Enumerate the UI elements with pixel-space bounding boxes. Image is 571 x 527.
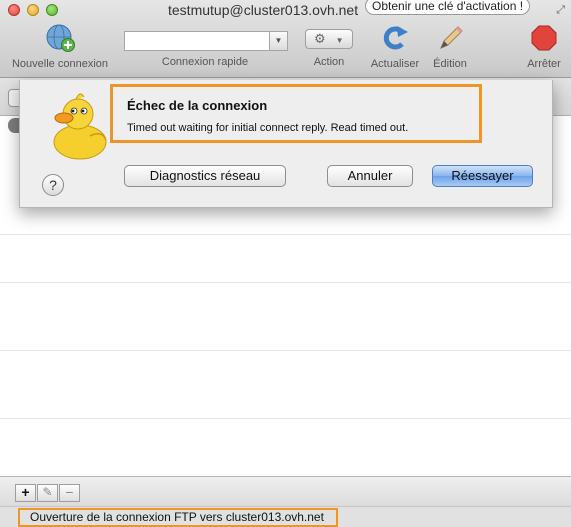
stop-button[interactable]: Arrêter: [522, 22, 566, 70]
action-caption: Action: [313, 56, 345, 68]
stop-label: Arrêter: [527, 58, 561, 70]
activation-key-button[interactable]: Obtenir une clé d'activation !: [365, 0, 531, 15]
error-message-box: Échec de la connexion Timed out waiting …: [110, 84, 482, 143]
connection-failed-sheet: Échec de la connexion Timed out waiting …: [19, 80, 553, 208]
list-divider: [0, 282, 571, 283]
chevron-down-icon[interactable]: ▼: [270, 31, 288, 51]
refresh-button[interactable]: Actualiser: [366, 22, 424, 70]
help-button[interactable]: ?: [42, 174, 64, 196]
window-minimize-button[interactable]: [27, 4, 39, 16]
refresh-arrow-icon: [383, 26, 408, 50]
edit-button[interactable]: Édition: [428, 22, 472, 70]
action-menu-button[interactable]: ⚙ ▼: [305, 29, 353, 49]
dialog-title: Échec de la connexion: [127, 98, 268, 113]
quick-connect-combobox[interactable]: ▼: [124, 31, 288, 51]
pencil-icon: [440, 26, 463, 49]
cancel-button[interactable]: Annuler: [327, 165, 413, 187]
edit-label: Édition: [433, 58, 467, 70]
quick-connect-input[interactable]: [124, 31, 270, 51]
window-close-button[interactable]: [8, 4, 20, 16]
edit-bookmark-button[interactable]: ✎: [37, 484, 58, 502]
new-connection-button[interactable]: Nouvelle connexion: [6, 22, 114, 70]
pencil-icon: ✎: [42, 485, 53, 499]
window-title: testmutup@cluster013.ovh.net: [168, 2, 359, 18]
list-divider: [0, 234, 571, 235]
list-divider: [0, 418, 571, 419]
gear-icon: ⚙: [314, 31, 326, 46]
add-button[interactable]: +: [15, 484, 36, 502]
cyberduck-duck-icon: [53, 93, 107, 160]
toolbar-area: testmutup@cluster013.ovh.net Obtenir une…: [0, 0, 571, 78]
fullscreen-icon[interactable]: ⤢: [556, 4, 565, 17]
dialog-message: Timed out waiting for initial connect re…: [127, 122, 409, 134]
chevron-down-icon: ▼: [335, 36, 344, 45]
refresh-label: Actualiser: [370, 58, 420, 70]
retry-button[interactable]: Réessayer: [432, 165, 533, 187]
status-bar: Ouverture de la connexion FTP vers clust…: [0, 506, 571, 527]
main-window: testmutup@cluster013.ovh.net Obtenir une…: [0, 0, 571, 527]
stop-octagon-icon: [531, 25, 557, 51]
network-diagnostics-button[interactable]: Diagnostics réseau: [124, 165, 286, 187]
quick-connect-caption: Connexion rapide: [161, 56, 249, 68]
bottom-toolbar: + ✎ −: [0, 476, 571, 506]
window-zoom-button[interactable]: [46, 4, 58, 16]
remove-button[interactable]: −: [59, 484, 80, 502]
list-divider: [0, 350, 571, 351]
globe-plus-icon: [46, 24, 75, 52]
status-text: Ouverture de la connexion FTP vers clust…: [18, 508, 338, 527]
new-connection-label: Nouvelle connexion: [11, 58, 108, 70]
